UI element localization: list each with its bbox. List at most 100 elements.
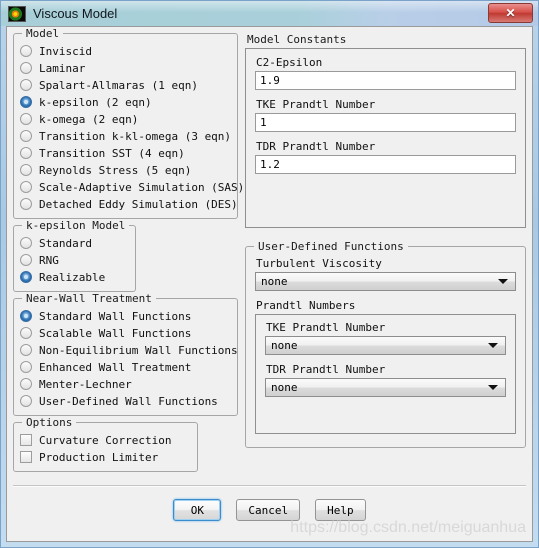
near-wall-treatment-group-legend: Near-Wall Treatment — [22, 292, 156, 305]
radio-user-defined-wall-functions[interactable]: User-Defined Wall Functions — [20, 393, 231, 409]
chevron-down-icon[interactable] — [488, 343, 498, 348]
radio-laminar[interactable]: Laminar — [20, 60, 231, 76]
window-title: Viscous Model — [33, 6, 118, 21]
radio-rng[interactable]: RNG — [20, 252, 105, 268]
title-bar[interactable]: Viscous Model ✕ — [1, 1, 538, 26]
radio-label: User-Defined Wall Functions — [39, 394, 218, 408]
radio-icon[interactable] — [20, 45, 32, 57]
tdr-prandtl-number-input[interactable] — [255, 155, 516, 174]
c2-epsilon-label: C2-Epsilon — [256, 56, 323, 69]
radio-transition-k-kl-omega[interactable]: Transition k-kl-omega (3 eqn) — [20, 128, 231, 144]
radio-label: Spalart-Allmaras (1 eqn) — [39, 78, 198, 92]
radio-label: Reynolds Stress (5 eqn) — [39, 163, 192, 177]
near-wall-treatment-group: Near-Wall Treatment Standard Wall Functi… — [13, 292, 238, 416]
dialog-client-area: Model Inviscid Laminar Spalart-Allmaras … — [6, 26, 533, 542]
options-group-legend: Options — [22, 416, 77, 429]
udf-tke-prandtl-number-label: TKE Prandtl Number — [266, 321, 386, 334]
prandtl-numbers-label: Prandtl Numbers — [256, 299, 356, 312]
k-epsilon-model-group: k-epsilon Model Standard RNG Realizable — [13, 219, 137, 292]
radio-label: RNG — [39, 253, 59, 267]
dialog-footer: OK Cancel Help https://blog.csdn.net/mei… — [7, 485, 532, 541]
radio-label: Transition k-kl-omega (3 eqn) — [39, 129, 232, 143]
turbulent-viscosity-label: Turbulent Viscosity — [256, 257, 382, 270]
radio-enhanced-wall-treatment[interactable]: Enhanced Wall Treatment — [20, 359, 231, 375]
radio-scalable-wall-functions[interactable]: Scalable Wall Functions — [20, 325, 231, 341]
udf-tke-prandtl-number-dropdown[interactable]: none — [265, 336, 506, 355]
chevron-down-icon[interactable] — [498, 279, 508, 284]
radio-label: Inviscid — [39, 44, 92, 58]
tke-prandtl-number-label: TKE Prandtl Number — [256, 98, 376, 111]
radio-k-epsilon[interactable]: k-epsilon (2 eqn) — [20, 94, 231, 110]
radio-transition-sst[interactable]: Transition SST (4 eqn) — [20, 145, 231, 161]
radio-icon[interactable] — [20, 147, 32, 159]
footer-divider — [13, 485, 526, 487]
radio-icon[interactable] — [20, 254, 32, 266]
radio-menter-lechner[interactable]: Menter-Lechner — [20, 376, 231, 392]
checkbox-production-limiter[interactable]: Production Limiter — [20, 449, 171, 465]
radio-icon[interactable] — [20, 237, 32, 249]
radio-detached-eddy-simulation[interactable]: Detached Eddy Simulation (DES) — [20, 196, 238, 212]
radio-k-omega[interactable]: k-omega (2 eqn) — [20, 111, 231, 127]
udf-tdr-prandtl-number-dropdown[interactable]: none — [265, 378, 506, 397]
radio-label: Laminar — [39, 61, 86, 75]
watermark-text: https://blog.csdn.net/meiguanhua — [290, 519, 526, 536]
tke-prandtl-number-input[interactable] — [255, 113, 516, 132]
radio-icon[interactable] — [20, 327, 32, 339]
ok-button[interactable]: OK — [173, 499, 222, 521]
k-epsilon-model-group-legend: k-epsilon Model — [22, 219, 130, 232]
radio-icon-selected[interactable] — [20, 310, 32, 322]
radio-label: Transition SST (4 eqn) — [39, 146, 185, 160]
radio-icon[interactable] — [20, 395, 32, 407]
close-icon[interactable]: ✕ — [488, 3, 533, 23]
radio-label: Realizable — [39, 270, 106, 284]
radio-label: Menter-Lechner — [39, 377, 132, 391]
radio-icon[interactable] — [20, 344, 32, 356]
checkbox-icon[interactable] — [20, 451, 32, 463]
button-row: OK Cancel Help — [7, 499, 532, 521]
radio-label: Scalable Wall Functions — [39, 326, 192, 340]
radio-icon[interactable] — [20, 79, 32, 91]
radio-inviscid[interactable]: Inviscid — [20, 43, 231, 59]
right-column: Model Constants C2-Epsilon TKE Prandtl N… — [245, 33, 526, 485]
fluent-contour-icon — [8, 5, 26, 22]
radio-icon[interactable] — [20, 62, 32, 74]
radio-label: Scale-Adaptive Simulation (SAS) — [39, 180, 245, 194]
options-group: Options Curvature Correction Production … — [13, 416, 199, 472]
cancel-button[interactable]: Cancel — [236, 499, 301, 521]
radio-icon[interactable] — [20, 181, 32, 193]
radio-spalart-allmaras[interactable]: Spalart-Allmaras (1 eqn) — [20, 77, 231, 93]
radio-standard[interactable]: Standard — [20, 235, 105, 251]
user-defined-functions-group: User-Defined Functions Turbulent Viscosi… — [245, 240, 526, 448]
radio-icon[interactable] — [20, 164, 32, 176]
radio-icon-selected[interactable] — [20, 96, 32, 108]
checkbox-label: Production Limiter — [39, 450, 159, 464]
radio-label: k-omega (2 eqn) — [39, 112, 139, 126]
model-group: Model Inviscid Laminar Spalart-Allmaras … — [13, 27, 244, 219]
radio-label: Standard — [39, 236, 92, 250]
radio-label: k-epsilon (2 eqn) — [39, 95, 152, 109]
turbulent-viscosity-value: none — [261, 275, 288, 288]
radio-icon[interactable] — [20, 198, 32, 210]
radio-scale-adaptive-simulation[interactable]: Scale-Adaptive Simulation (SAS) — [20, 179, 244, 195]
dialog-content: Model Inviscid Laminar Spalart-Allmaras … — [7, 27, 532, 485]
radio-icon[interactable] — [20, 113, 32, 125]
checkbox-icon[interactable] — [20, 434, 32, 446]
radio-icon[interactable] — [20, 361, 32, 373]
turbulent-viscosity-dropdown[interactable]: none — [255, 272, 516, 291]
checkbox-label: Curvature Correction — [39, 433, 172, 447]
radio-icon-selected[interactable] — [20, 271, 32, 283]
c2-epsilon-input[interactable] — [255, 71, 516, 90]
viscous-model-dialog: Viscous Model ✕ Model Inviscid Laminar S… — [0, 0, 539, 548]
radio-icon[interactable] — [20, 130, 32, 142]
radio-standard-wall-functions[interactable]: Standard Wall Functions — [20, 308, 231, 324]
radio-non-equilibrium-wall-functions[interactable]: Non-Equilibrium Wall Functions — [20, 342, 238, 358]
radio-realizable[interactable]: Realizable — [20, 269, 105, 285]
radio-label: Detached Eddy Simulation (DES) — [39, 197, 238, 211]
radio-icon[interactable] — [20, 378, 32, 390]
udf-tke-prandtl-number-value: none — [271, 339, 298, 352]
chevron-down-icon[interactable] — [488, 385, 498, 390]
checkbox-curvature-correction[interactable]: Curvature Correction — [20, 432, 171, 448]
help-button[interactable]: Help — [315, 499, 366, 521]
radio-label: Non-Equilibrium Wall Functions — [39, 343, 238, 357]
radio-reynolds-stress[interactable]: Reynolds Stress (5 eqn) — [20, 162, 231, 178]
